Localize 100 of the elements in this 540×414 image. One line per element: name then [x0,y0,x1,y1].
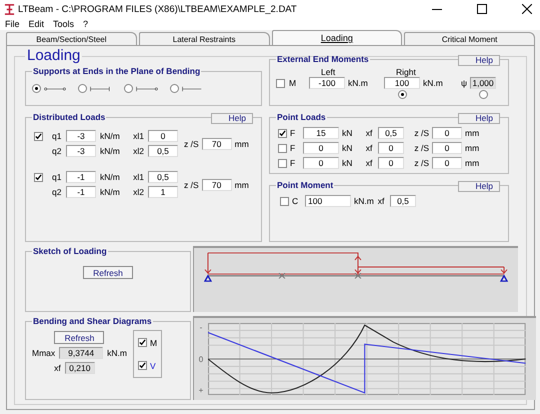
field-label: z /S [184,138,199,148]
unit-label: kN/m [100,146,121,156]
input-field[interactable]: 0,5 [148,171,178,183]
checkbox-label: C [292,196,300,206]
unit-label: mm [465,128,480,138]
menu-item[interactable]: ? [83,19,88,29]
unit-label: mm [465,143,480,153]
input-field[interactable]: 1 [148,186,178,198]
unit-label: mm [234,180,250,190]
tab[interactable]: Beam/Section/Steel [6,32,137,45]
input-field[interactable]: 100 [305,195,351,207]
input-field[interactable]: 0 [378,157,404,169]
input-field[interactable]: 0 [148,130,178,142]
group-title: Distributed Loads [32,112,106,122]
menu-item[interactable]: Tools [53,19,74,29]
field-label: z /S [413,143,429,153]
input-field[interactable]: 0,5 [148,145,178,157]
unit-label: mm [465,158,480,168]
help-button[interactable]: Help [458,55,500,66]
support-icon [182,86,204,92]
input-field[interactable]: -1 [66,186,96,198]
help-button[interactable]: Help [458,113,500,124]
input-field[interactable]: 100 [384,77,420,89]
field-label: xf [376,196,386,206]
maximize-icon[interactable] [477,4,487,14]
support-icon [136,86,158,92]
group-title: External End Moments [276,54,370,64]
checkbox-label: F [290,128,296,138]
axis-label: - [200,323,202,332]
input-field[interactable]: 0 [432,127,462,139]
input-field[interactable]: 0 [303,142,339,154]
input-field[interactable]: 0 [432,157,462,169]
radio-button[interactable] [32,84,41,93]
unit-label: kN.m [348,78,369,88]
menu-item[interactable]: Edit [28,19,44,29]
radio-button[interactable] [124,84,133,93]
field-label: xf [364,128,374,138]
field-label: Right [395,67,416,76]
help-button[interactable]: Help [211,113,253,124]
unit-label: kN.m [423,78,444,88]
refresh-button[interactable]: Refresh [83,266,133,279]
tab[interactable]: Critical Moment [404,32,535,45]
input-field[interactable]: 0 [378,142,404,154]
readonly-field: 0,210 [64,362,95,374]
checkbox[interactable] [34,132,43,140]
readonly-field: 9,3744 [59,347,104,359]
checkbox-label: F [290,158,296,168]
checkbox-label: M [150,338,158,348]
unit-label: kN [342,158,354,168]
checkbox[interactable] [278,158,287,168]
readonly-field: 1,000 [470,77,496,89]
group-title: Sketch of Loading [32,246,108,256]
radio-button[interactable] [398,90,407,99]
checkbox[interactable] [276,78,285,88]
checkbox[interactable] [138,338,147,347]
checkbox[interactable] [278,128,287,138]
field-label: q1 [52,131,62,141]
input-field[interactable]: -3 [66,130,96,142]
checkbox[interactable] [138,361,147,370]
field-label: q2 [52,187,62,197]
input-field[interactable]: 15 [303,127,339,139]
refresh-button[interactable]: Refresh [54,331,104,344]
window-title: LTBeam - C:\PROGRAM FILES (X86)\LTBEAM\EXAMPLE_2.DAT [18,4,298,14]
checkbox[interactable] [34,172,43,182]
input-field[interactable]: -1 [66,171,96,183]
field-label: ψ [461,78,467,88]
input-field[interactable]: 0 [303,157,339,169]
help-button[interactable]: Help [458,181,500,192]
field-label: z /S [413,128,429,138]
input-field[interactable]: 0,5 [378,127,404,139]
input-field[interactable]: -100 [309,77,345,89]
input-field[interactable]: 70 [202,178,232,190]
input-field[interactable]: 70 [202,138,232,150]
field-label: xl1 [132,131,144,141]
support-icon [44,86,66,92]
field-label: xl2 [132,146,144,156]
radio-button[interactable] [170,84,179,93]
unit-label: kN/m [100,187,121,197]
input-field[interactable]: 0,5 [390,195,416,207]
tab[interactable]: Lateral Restraints [138,32,270,45]
input-field[interactable]: 0 [432,142,462,154]
tab[interactable]: Loading [272,30,402,45]
input-field[interactable]: -3 [66,145,96,157]
group-title: Bending and Shear Diagrams [32,316,153,326]
close-icon[interactable] [522,4,532,14]
unit-label: kN [342,128,354,138]
menu-item[interactable]: File [5,19,20,29]
radio-button[interactable] [78,84,87,93]
field-label: z /S [184,180,199,190]
unit-label: kN/m [100,131,121,141]
checkbox[interactable] [278,144,287,152]
field-label: xf [364,143,374,153]
unit-label: kN [342,143,354,153]
radio-button[interactable] [479,90,488,99]
field-label: q2 [52,146,62,156]
unit-label: kN/m [100,172,121,182]
group-title: Supports at Ends in the Plane of Bending [32,66,202,76]
checkbox-label: V [150,360,156,370]
field-label: xf [54,363,61,373]
checkbox[interactable] [280,196,289,206]
